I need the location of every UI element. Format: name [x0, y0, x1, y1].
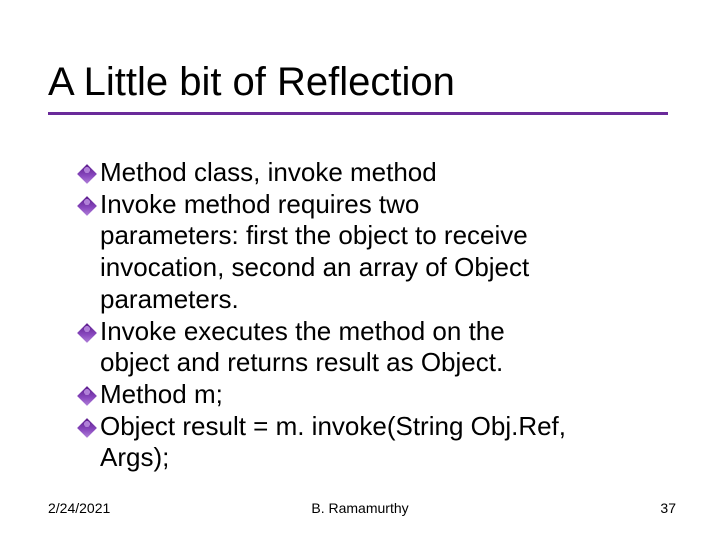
- footer-author: B. Ramamurthy: [0, 500, 720, 516]
- bullet-text: Method class, invoke method: [100, 157, 437, 189]
- list-item: Invoke executes the method on the: [100, 316, 670, 348]
- title-area: A Little bit of Reflection: [0, 0, 720, 127]
- slide: A Little bit of Reflection Method class,…: [0, 0, 720, 540]
- bullet-icon: [77, 164, 97, 184]
- bullet-continuation: invocation, second an array of Object: [100, 252, 670, 284]
- bullet-continuation: object and returns result as Object.: [100, 347, 670, 379]
- list-item: Method m;: [100, 379, 670, 411]
- list-item: Object result = m. invoke(String Obj.Ref…: [100, 411, 670, 443]
- bullet-text: Method m;: [100, 379, 223, 411]
- bullet-text: Object result = m. invoke(String Obj.Ref…: [100, 411, 566, 443]
- list-item: Method class, invoke method: [100, 157, 670, 189]
- bullet-icon: [77, 323, 97, 343]
- bullet-icon: [77, 196, 97, 216]
- bullet-text: Invoke executes the method on the: [100, 316, 505, 348]
- bullet-continuation: parameters: first the object to receive: [100, 220, 670, 252]
- bullet-text: Invoke method requires two: [100, 189, 419, 221]
- list-item: Invoke method requires two: [100, 189, 670, 221]
- bullet-icon: [77, 418, 97, 438]
- content-area: Method class, invoke method Invoke metho…: [0, 127, 720, 474]
- bullet-icon: [77, 386, 97, 406]
- title-underline: [48, 112, 668, 115]
- bullet-continuation: Args);: [100, 442, 670, 474]
- slide-title: A Little bit of Reflection: [48, 60, 680, 104]
- bullet-continuation: parameters.: [100, 284, 670, 316]
- page-number: 37: [660, 500, 676, 516]
